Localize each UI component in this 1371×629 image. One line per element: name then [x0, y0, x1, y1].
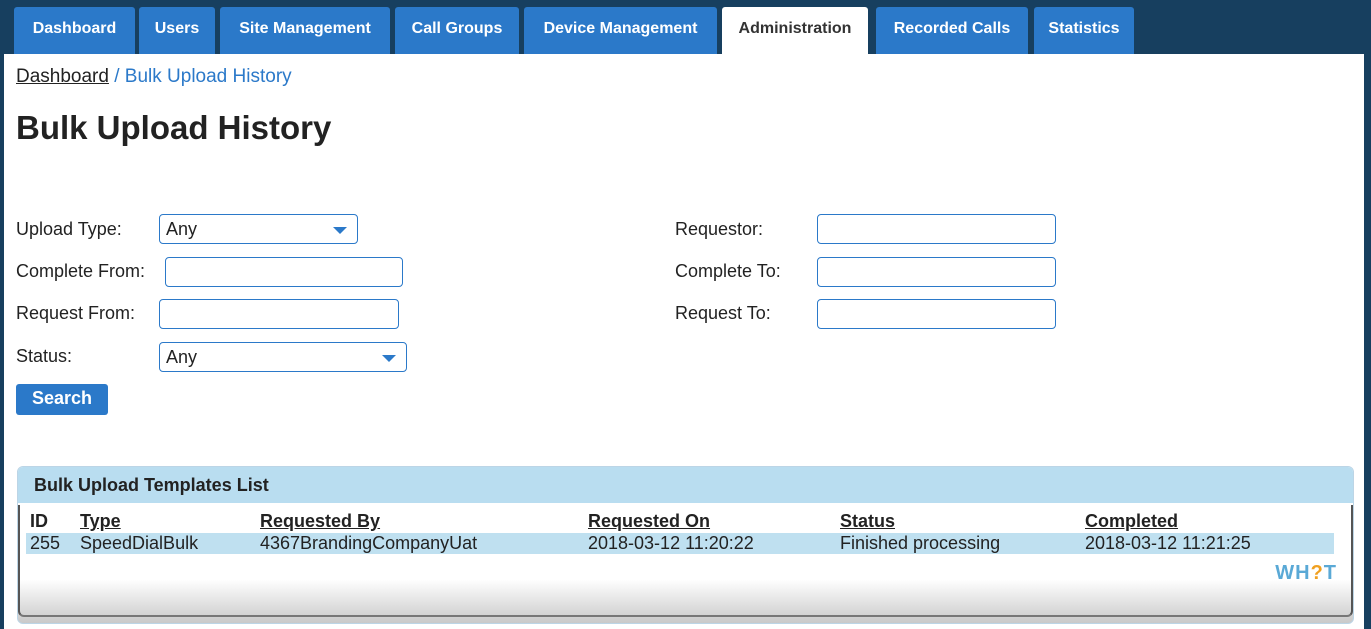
- requestor-label: Requestor:: [675, 219, 764, 239]
- column-header-completed[interactable]: Completed: [1085, 511, 1178, 532]
- chevron-down-icon: [382, 355, 396, 362]
- tab-administration[interactable]: Administration: [722, 7, 868, 54]
- complete-to-input[interactable]: [817, 257, 1056, 287]
- column-header-requested-on[interactable]: Requested On: [588, 511, 710, 532]
- complete-from-input[interactable]: [165, 257, 403, 287]
- request-from-input[interactable]: [159, 299, 399, 329]
- status-value: Any: [166, 347, 198, 367]
- cell-status: Finished processing: [840, 533, 1001, 553]
- breadcrumb: Dashboard / Bulk Upload History: [16, 66, 292, 88]
- logo-part-2: ?: [1310, 562, 1324, 584]
- breadcrumb-separator: /: [114, 66, 120, 87]
- tab-dashboard[interactable]: Dashboard: [14, 7, 135, 54]
- tab-users[interactable]: Users: [139, 7, 215, 54]
- chevron-down-icon: [333, 227, 347, 234]
- column-header-status[interactable]: Status: [840, 511, 895, 532]
- results-table: ID Type Requested By Requested On Status…: [18, 505, 1353, 617]
- tab-site-management[interactable]: Site Management: [220, 7, 390, 54]
- request-from-label: Request From:: [16, 303, 136, 323]
- status-label: Status:: [16, 346, 73, 366]
- cell-completed: 2018-03-12 11:21:25: [1085, 533, 1251, 553]
- logo-part-1: WH: [1275, 562, 1311, 584]
- search-button[interactable]: Search: [16, 384, 108, 415]
- tab-recorded-calls[interactable]: Recorded Calls: [876, 7, 1028, 54]
- cell-requested-on: 2018-03-12 11:20:22: [588, 533, 754, 553]
- column-header-type[interactable]: Type: [80, 511, 121, 532]
- requestor-input[interactable]: [817, 214, 1056, 244]
- tab-device-management[interactable]: Device Management: [524, 7, 717, 54]
- upload-type-value: Any: [166, 219, 198, 239]
- upload-type-label: Upload Type:: [16, 219, 122, 239]
- breadcrumb-current: Bulk Upload History: [124, 66, 292, 87]
- tab-call-groups[interactable]: Call Groups: [395, 7, 519, 54]
- main-nav-tabs: Dashboard Users Site Management Call Gro…: [0, 0, 1371, 57]
- tab-statistics[interactable]: Statistics: [1034, 7, 1134, 54]
- logo-part-3: T: [1323, 562, 1337, 584]
- bulk-upload-templates-panel: Bulk Upload Templates List ID Type Reque…: [17, 466, 1354, 624]
- upload-type-select[interactable]: Any: [159, 214, 358, 244]
- whot-logo: WH?T: [1275, 562, 1337, 585]
- panel-title: Bulk Upload Templates List: [18, 467, 1353, 503]
- cell-type: SpeedDialBulk: [80, 533, 199, 553]
- cell-id: 255: [30, 533, 61, 553]
- request-to-label: Request To:: [675, 303, 771, 323]
- cell-requested-by: 4367BrandingCompanyUat: [260, 533, 478, 553]
- column-header-requested-by[interactable]: Requested By: [260, 511, 380, 532]
- page-title: Bulk Upload History: [16, 109, 332, 146]
- complete-from-label: Complete From:: [16, 261, 146, 281]
- column-header-id: ID: [30, 511, 48, 531]
- main-content: Dashboard / Bulk Upload History Bulk Upl…: [4, 54, 1364, 629]
- breadcrumb-home-link[interactable]: Dashboard: [16, 66, 109, 87]
- complete-to-label: Complete To:: [675, 261, 781, 281]
- request-to-input[interactable]: [817, 299, 1056, 329]
- status-select[interactable]: Any: [159, 342, 407, 372]
